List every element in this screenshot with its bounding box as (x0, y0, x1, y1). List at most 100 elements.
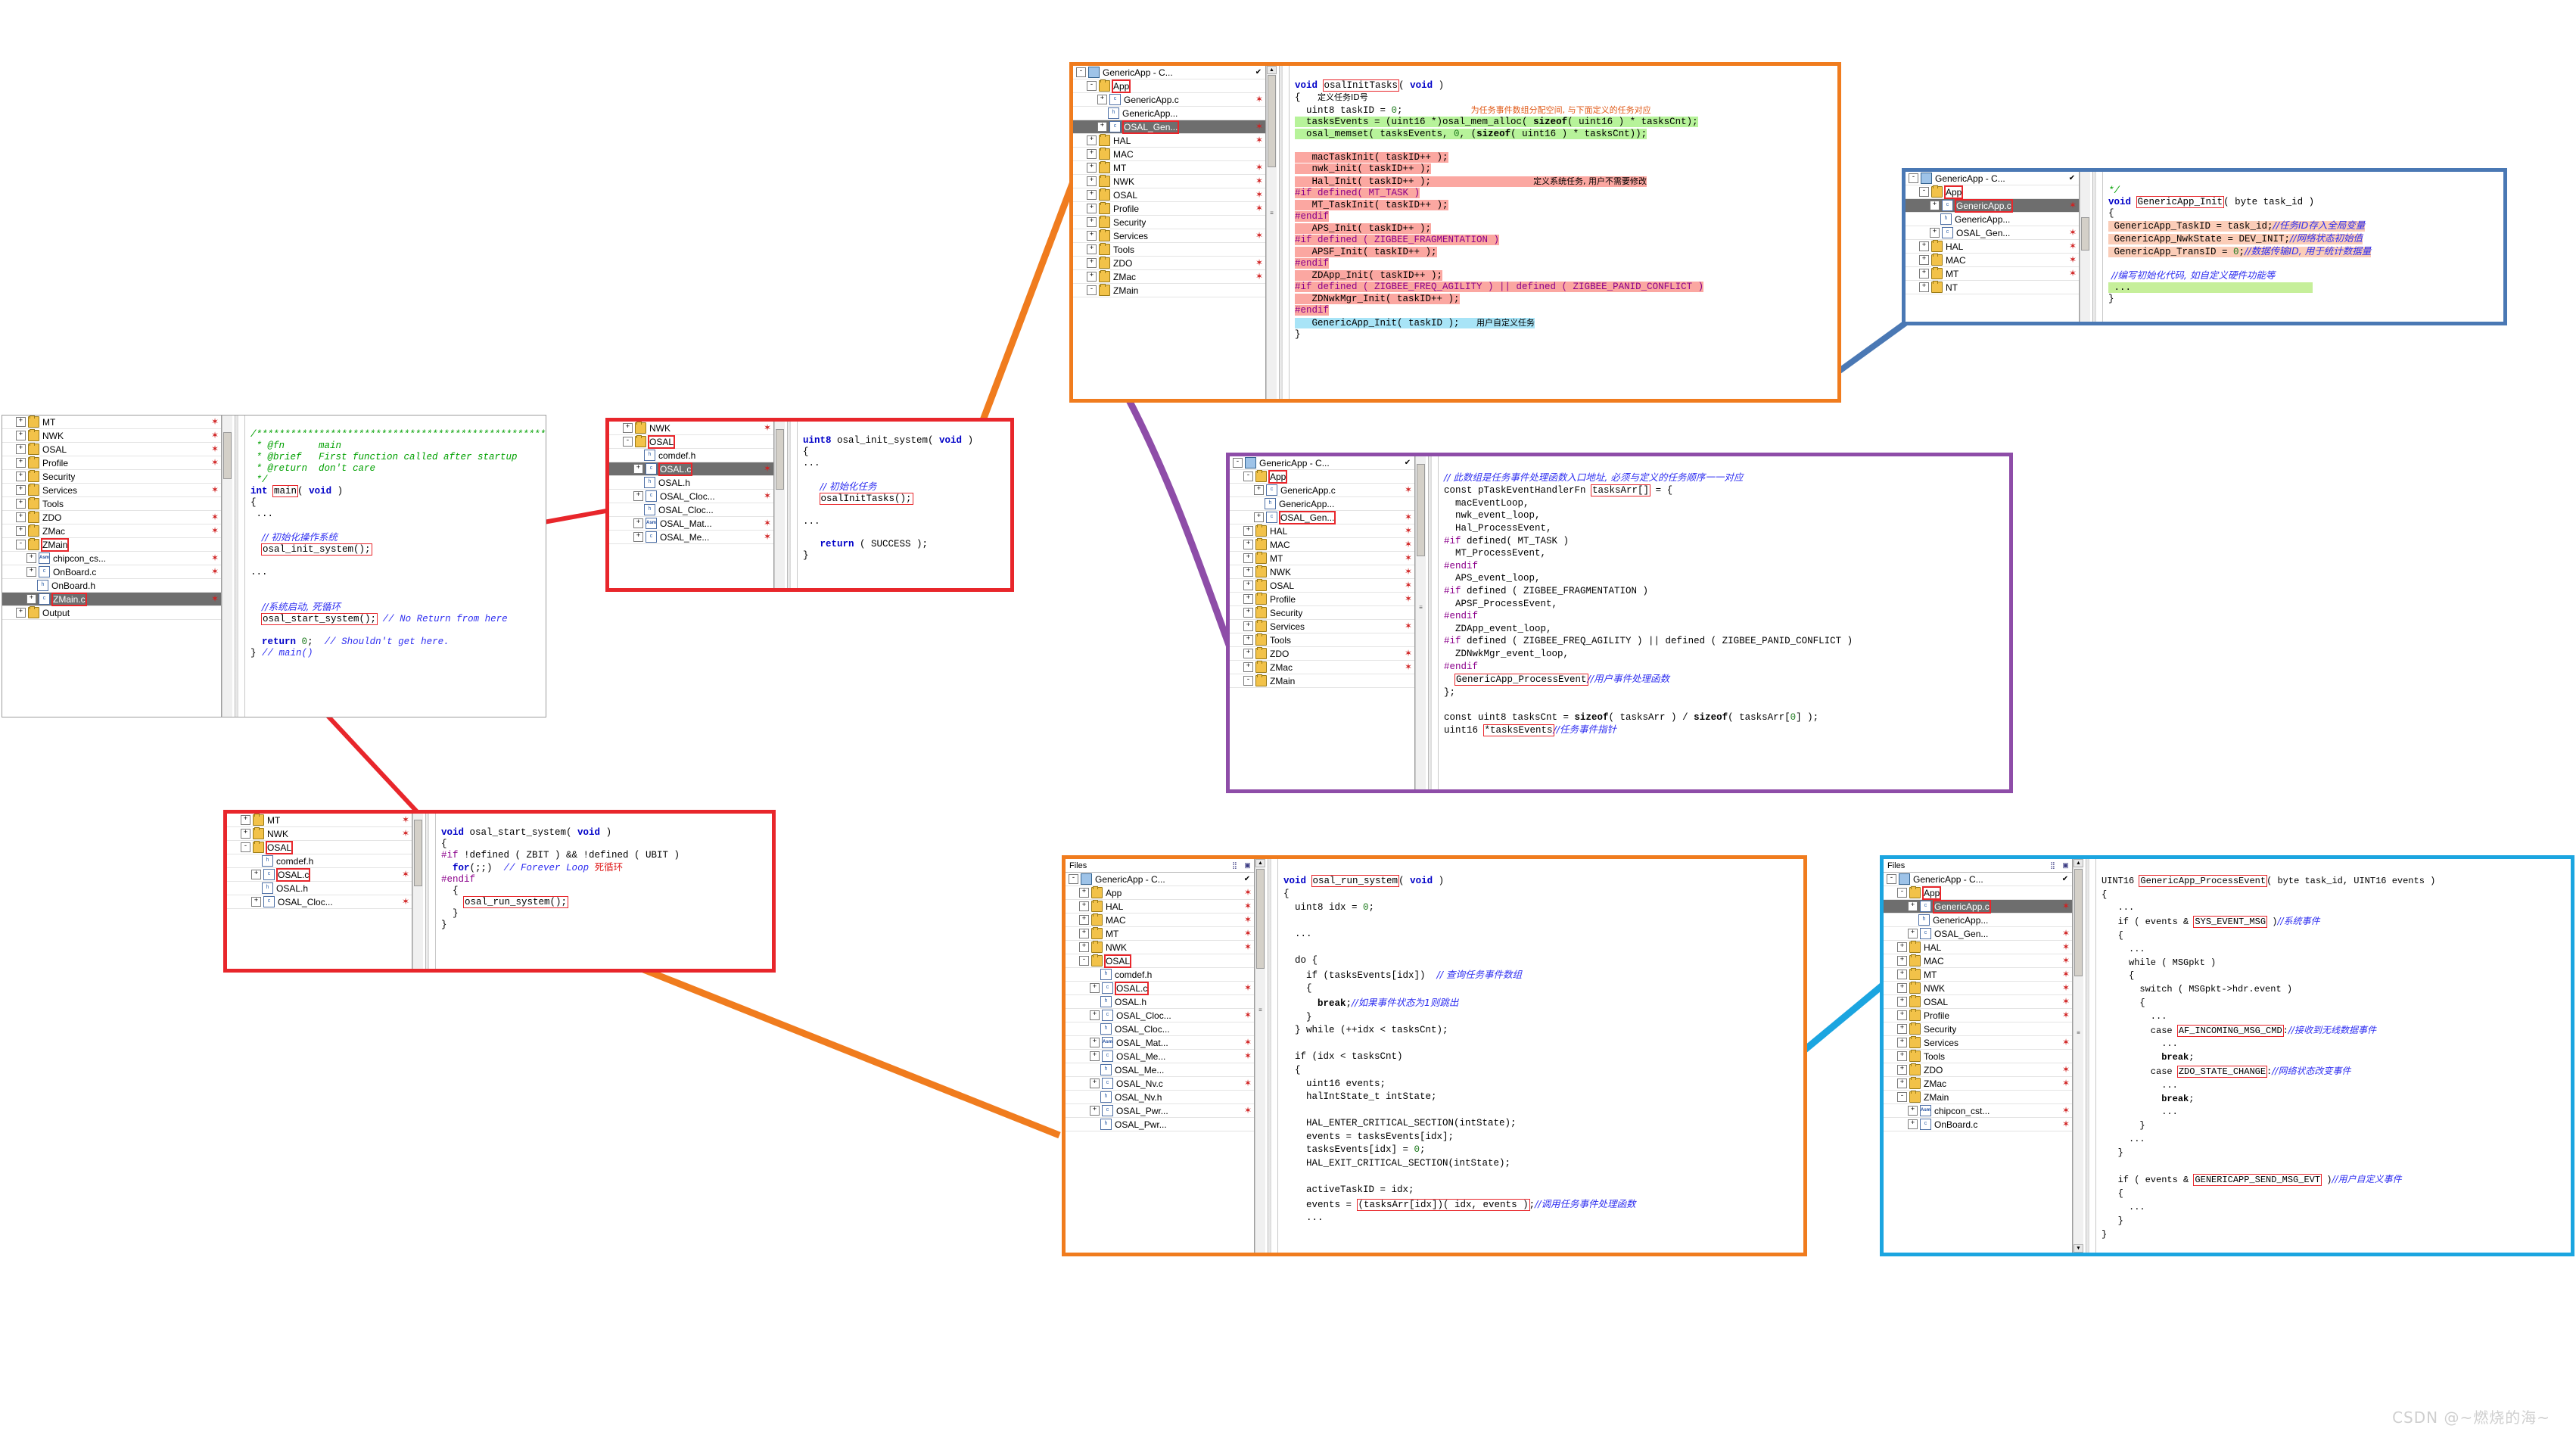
tree-row[interactable]: + Profile ✶ (1073, 202, 1265, 216)
expand-icon[interactable]: + (1097, 122, 1107, 132)
expand-icon[interactable]: + (251, 870, 261, 879)
expand-icon[interactable]: + (1087, 244, 1097, 254)
expand-icon[interactable]: + (1079, 901, 1089, 911)
tree-row[interactable]: + Security (1884, 1022, 2072, 1036)
tree-row[interactable]: h comdef.h (227, 854, 412, 868)
collapse-icon[interactable]: - (1233, 458, 1243, 468)
collapse-icon[interactable]: - (1243, 676, 1253, 686)
tree-row[interactable]: - OSAL (609, 434, 773, 449)
expand-icon[interactable]: + (1897, 983, 1907, 993)
tree-row[interactable]: + MT ✶ (1073, 161, 1265, 175)
expand-icon[interactable]: + (1243, 540, 1253, 549)
expand-icon[interactable]: + (1930, 201, 1940, 210)
expand-icon[interactable]: + (1243, 594, 1253, 604)
tree-row[interactable]: + Profile ✶ (1230, 593, 1414, 606)
tree-config-icon[interactable]: ▣ (2059, 861, 2072, 870)
tree-row[interactable]: + c OSAL.c ✶ (1066, 981, 1254, 995)
tree-row[interactable]: + Profile ✶ (1884, 1009, 2072, 1022)
tree-row[interactable]: h OSAL_Cloc... (1066, 1022, 1254, 1036)
expand-icon[interactable]: + (1087, 163, 1097, 173)
main-zmain-panel[interactable]: + MT ✶ + NWK ✶ + OSAL ✶ + Profile ✶ + Security + Servic… (2, 415, 546, 717)
tree-row[interactable]: - GenericApp - C... ✔ (1884, 873, 2072, 886)
expand-icon[interactable]: + (16, 526, 26, 536)
tree-row[interactable]: + HAL ✶ (1230, 524, 1414, 538)
tree-row[interactable]: + MAC (1073, 148, 1265, 161)
tree-row[interactable]: + ZMac ✶ (1884, 1077, 2072, 1091)
tree-rows[interactable]: - GenericApp - C... ✔ - App + c GenericApp.c ✶ h G… (1906, 172, 2079, 294)
collapse-icon[interactable]: - (1887, 874, 1896, 884)
tree-row[interactable]: + ZDO ✶ (1073, 257, 1265, 270)
tree-row[interactable]: h comdef.h (609, 449, 773, 462)
file-tree[interactable]: + NWK ✶ - OSAL h comdef.h + c OSAL.c ✶ h OSAL.h + c OSA… (609, 422, 774, 588)
tree-row[interactable]: + HAL ✶ (1906, 240, 2079, 254)
expand-icon[interactable]: + (1919, 241, 1929, 251)
file-tree[interactable]: + MT ✶ + NWK ✶ + OSAL ✶ + Profile ✶ + Security + Servic… (2, 416, 222, 717)
tree-row[interactable]: h OSAL_Nv.h (1066, 1091, 1254, 1104)
collapse-icon[interactable]: - (1897, 888, 1907, 898)
tree-row[interactable]: + OSAL ✶ (1884, 995, 2072, 1009)
tree-row[interactable]: + MAC ✶ (1884, 954, 2072, 968)
expand-icon[interactable]: + (16, 472, 26, 481)
expand-icon[interactable]: + (1897, 956, 1907, 966)
tree-row[interactable]: + c OSAL_Gen... ✶ (1906, 226, 2079, 240)
expand-icon[interactable]: + (1079, 915, 1089, 925)
tree-row[interactable]: + Services ✶ (1884, 1036, 2072, 1050)
tree-sort-icon[interactable]: ⣿ (1228, 861, 1241, 870)
tree-rows[interactable]: - GenericApp - C... ✔ - App + c GenericApp.c ✶ h G… (1230, 456, 1414, 688)
collapse-icon[interactable]: - (1087, 285, 1097, 295)
tree-scrollbar[interactable] (774, 422, 785, 588)
expand-icon[interactable]: + (1243, 621, 1253, 631)
tree-row[interactable]: + c OSAL_Cloc... ✶ (227, 895, 412, 909)
expand-icon[interactable]: + (16, 444, 26, 454)
tree-row[interactable]: - App (1906, 185, 2079, 199)
collapse-icon[interactable]: - (1243, 472, 1253, 481)
expand-icon[interactable]: + (1090, 983, 1100, 993)
expand-icon[interactable]: + (1897, 1078, 1907, 1088)
tree-row[interactable]: + c OSAL_Gen... ✶ (1884, 927, 2072, 941)
expand-icon[interactable]: + (1090, 1051, 1100, 1061)
expand-icon[interactable]: + (1919, 269, 1929, 279)
tasks-arr-panel[interactable]: - GenericApp - C... ✔ - App + c GenericApp.c ✶ h G… (1226, 453, 2013, 793)
expand-icon[interactable]: + (1908, 901, 1918, 911)
tree-row[interactable]: + NT (1906, 281, 2079, 294)
tree-row[interactable]: + MT ✶ (1230, 552, 1414, 565)
tree-row[interactable]: h GenericApp... (1906, 213, 2079, 226)
expand-icon[interactable]: + (16, 458, 26, 468)
expand-icon[interactable]: + (26, 594, 36, 604)
expand-icon[interactable]: + (1243, 580, 1253, 590)
tree-row[interactable]: - GenericApp - C... ✔ (1073, 66, 1265, 79)
tree-row[interactable]: + c OSAL_Gen... ✶ (1073, 120, 1265, 134)
expand-icon[interactable]: + (1243, 662, 1253, 672)
tree-row[interactable]: h GenericApp... (1073, 107, 1265, 120)
expand-icon[interactable]: + (1087, 149, 1097, 159)
code-editor[interactable]: void osal_start_system( void ) { #if !de… (423, 814, 772, 969)
tree-row[interactable]: h comdef.h (1066, 968, 1254, 982)
tree-row[interactable]: + c GenericApp.c ✶ (1230, 484, 1414, 497)
tree-row[interactable]: - App (1884, 886, 2072, 900)
file-tree[interactable]: Files ⣿ ▣ - GenericApp - C... ✔ + App ✶ + HAL ✶ +… (1066, 859, 1255, 1253)
tree-row[interactable]: + ZDO ✶ (1884, 1063, 2072, 1077)
tree-row[interactable]: + Tools (1073, 243, 1265, 257)
tree-row[interactable]: + MAC ✶ (1906, 254, 2079, 267)
expand-icon[interactable]: + (16, 512, 26, 522)
expand-icon[interactable]: + (251, 897, 261, 907)
expand-icon[interactable]: + (1908, 1106, 1918, 1116)
collapse-icon[interactable]: - (1076, 67, 1086, 77)
expand-icon[interactable]: + (1930, 228, 1940, 238)
expand-icon[interactable]: + (1908, 929, 1918, 938)
tree-row[interactable]: + MT ✶ (1884, 968, 2072, 982)
expand-icon[interactable]: + (1090, 1010, 1100, 1020)
expand-icon[interactable]: + (1243, 567, 1253, 577)
expand-icon[interactable]: + (1243, 608, 1253, 618)
tree-sort-icon[interactable]: ⣿ (2046, 861, 2059, 870)
tree-row[interactable]: + ZMac ✶ (1073, 270, 1265, 284)
tree-rows[interactable]: + MT ✶ + NWK ✶ + OSAL ✶ + Profile ✶ + Security + Servic… (2, 416, 221, 620)
tree-row[interactable]: + Security (2, 470, 221, 484)
expand-icon[interactable]: + (1243, 649, 1253, 658)
tree-row[interactable]: + c GenericApp.c ✶ (1884, 899, 2072, 914)
tree-row[interactable]: + Asm chipcon_cs... ✶ (2, 552, 221, 565)
file-tree[interactable]: - GenericApp - C... ✔ - App + c GenericApp.c ✶ h G… (1230, 456, 1415, 789)
tree-row[interactable]: + c GenericApp.c ✶ (1073, 93, 1265, 107)
tree-row[interactable]: + Services ✶ (1073, 229, 1265, 243)
expand-icon[interactable]: + (26, 553, 36, 563)
